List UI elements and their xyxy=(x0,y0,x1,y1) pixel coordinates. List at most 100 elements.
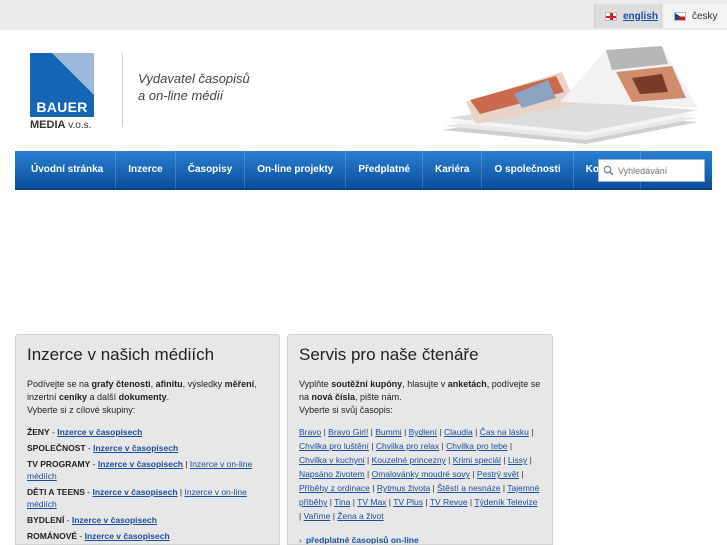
magazine-link[interactable]: Claudia xyxy=(444,427,473,437)
reader-service-title: Servis pro naše čtenáře xyxy=(299,345,479,364)
group-name: DĚTI A TEENS xyxy=(27,487,85,497)
group-name: SPOLEČNOST xyxy=(27,443,86,453)
intro-bold: nová čísla xyxy=(311,392,356,402)
subscription-link[interactable]: předplatné časopisů on-line xyxy=(306,535,419,544)
nav-magazines[interactable]: Časopisy xyxy=(176,150,246,189)
group-row: TV PROGRAMY - Inzerce v časopisech | Inz… xyxy=(27,459,253,481)
magazine-link[interactable]: TV Max xyxy=(357,497,386,507)
reader-service-box: Servis pro naše čtenáře Vyplňte soutěžní… xyxy=(287,334,553,545)
separator: | xyxy=(364,469,372,479)
separator: | xyxy=(507,441,513,451)
intro-text: , výsledky xyxy=(182,379,225,389)
group-link[interactable]: Inzerce v časopisech xyxy=(57,427,142,437)
group-row: DĚTI A TEENS - Inzerce v časopisech | In… xyxy=(27,487,247,509)
magazine-link[interactable]: Pestrý svět xyxy=(477,469,519,479)
separator: | xyxy=(437,427,444,437)
magazine-link[interactable]: Chvilka pro tebe xyxy=(446,441,507,451)
magazine-link[interactable]: Kouzelné princezny xyxy=(372,455,446,465)
group-link[interactable]: Inzerce v časopisech xyxy=(93,487,178,497)
group-row: BYDLENÍ - Inzerce v časopisech xyxy=(27,515,157,525)
group-link[interactable]: Inzerce v časopisech xyxy=(93,443,178,453)
group-row: ŽENY - Inzerce v časopisech xyxy=(27,427,143,437)
tagline-line1: Vydavatel časopisů xyxy=(138,71,250,86)
magazine-link[interactable]: TV Revue xyxy=(430,497,468,507)
advertising-choose: Vyberte si z cílové skupiny: xyxy=(27,405,136,415)
advertising-intro: Podívejte se na grafy čtenosti, afinitu,… xyxy=(27,378,268,404)
magazine-link[interactable]: Bummi xyxy=(375,427,401,437)
intro-bold: soutěžní kupóny xyxy=(331,379,403,389)
magazine-link[interactable]: Bravo Girl! xyxy=(328,427,368,437)
magazine-link[interactable]: Štěstí a nesnáze xyxy=(437,483,500,493)
magazine-link[interactable]: Napsáno životem xyxy=(299,469,365,479)
language-czech[interactable]: česky xyxy=(664,4,727,28)
magazine-link[interactable]: Bydlení xyxy=(409,427,437,437)
separator: | xyxy=(364,455,372,465)
language-czech-label[interactable]: česky xyxy=(692,11,718,22)
magazine-stack-image: BROWNPO xyxy=(442,46,698,144)
magazine-link[interactable]: Bravo xyxy=(299,427,321,437)
intro-bold: ceníky xyxy=(59,392,88,402)
nav-advertising[interactable]: Inzerce xyxy=(116,150,176,189)
search-icon xyxy=(603,165,614,176)
group-name: TV PROGRAMY xyxy=(27,459,91,469)
search-input[interactable] xyxy=(618,165,704,176)
magazine-link[interactable]: Tina xyxy=(334,497,350,507)
reader-service-intro: Vyplňte soutěžní kupóny, hlasujte v anke… xyxy=(299,378,541,404)
logo-sub-rest: v.o.s. xyxy=(65,120,92,131)
language-bar: english česky xyxy=(0,0,727,30)
bauer-logo[interactable]: BAUER xyxy=(30,53,94,117)
magazine-link[interactable]: Chvilka pro luštění xyxy=(299,441,369,451)
language-english[interactable]: english xyxy=(594,4,662,28)
magazine-link[interactable]: Omalovánky moudré sovy xyxy=(372,469,470,479)
separator: | xyxy=(528,427,534,437)
group-link[interactable]: Inzerce v časopisech xyxy=(85,531,170,541)
group-row: SPOLEČNOST - Inzerce v časopisech xyxy=(27,443,179,453)
group-name: ŽENY xyxy=(27,427,50,437)
magazine-link[interactable]: Vaříme xyxy=(304,511,331,521)
group-name: BYDLENÍ xyxy=(27,515,65,525)
nav-home[interactable]: Úvodní stránka xyxy=(15,150,117,189)
flag-cz-icon xyxy=(674,11,686,21)
magazine-link[interactable]: Chvilka v kuchyni xyxy=(299,455,365,465)
language-english-link[interactable]: english xyxy=(623,11,658,22)
intro-bold: měření xyxy=(224,379,255,389)
magazine-link[interactable]: Rytmus života xyxy=(377,483,430,493)
magazine-link[interactable]: Příběhy z ordinace xyxy=(299,483,370,493)
search-box[interactable] xyxy=(598,159,705,182)
magazine-link[interactable]: Žena a život xyxy=(337,511,383,521)
separator: | xyxy=(401,427,409,437)
logo-name: BAUER xyxy=(36,99,88,115)
main-navigation: Úvodní stránka Inzerce Časopisy On-line … xyxy=(15,150,712,190)
intro-text: Vyplňte xyxy=(299,379,332,389)
separator: | xyxy=(369,483,377,493)
chevron-right-icon: › xyxy=(299,535,302,545)
separator: | xyxy=(500,455,508,465)
magazine-link[interactable]: Chvilka pro relax xyxy=(376,441,439,451)
logo-mark: BAUER xyxy=(30,53,94,117)
group-link[interactable]: Inzerce v časopisech xyxy=(98,459,183,469)
separator: | xyxy=(422,497,430,507)
nav-online-projects[interactable]: On-line projekty xyxy=(245,150,347,189)
advertising-title: Inzerce v našich médiích xyxy=(27,345,215,364)
magazine-link[interactable]: Lissy xyxy=(508,455,527,465)
nav-subscription[interactable]: Předplatné xyxy=(346,150,423,189)
magazine-link[interactable]: Čas na lásku xyxy=(480,427,529,437)
header-divider xyxy=(122,53,123,127)
tagline-line2: a on-line médií xyxy=(138,88,224,103)
subscription-link-row: › předplatné časopisů on-line xyxy=(299,535,541,545)
group-row: ROMÁNOVÉ - Inzerce v časopisech xyxy=(27,531,170,541)
intro-text: a další xyxy=(87,392,119,402)
intro-bold: dokumenty xyxy=(118,392,167,402)
magazine-link[interactable]: TV Plus xyxy=(393,497,423,507)
intro-text: . xyxy=(166,392,170,402)
group-link[interactable]: Inzerce v časopisech xyxy=(72,515,157,525)
magazine-link[interactable]: Krimi speciál xyxy=(453,455,501,465)
separator: | xyxy=(368,441,376,451)
tagline: Vydavatel časopisů a on-line médií xyxy=(138,70,250,104)
magazine-pages xyxy=(442,46,698,144)
nav-career[interactable]: Kariéra xyxy=(423,150,483,189)
reader-service-choose: Vyberte si svůj časopis: xyxy=(299,405,393,415)
magazine-link[interactable]: Týdeník Televize xyxy=(474,497,537,507)
separator: | xyxy=(527,455,532,465)
nav-about[interactable]: O společnosti xyxy=(482,150,574,189)
